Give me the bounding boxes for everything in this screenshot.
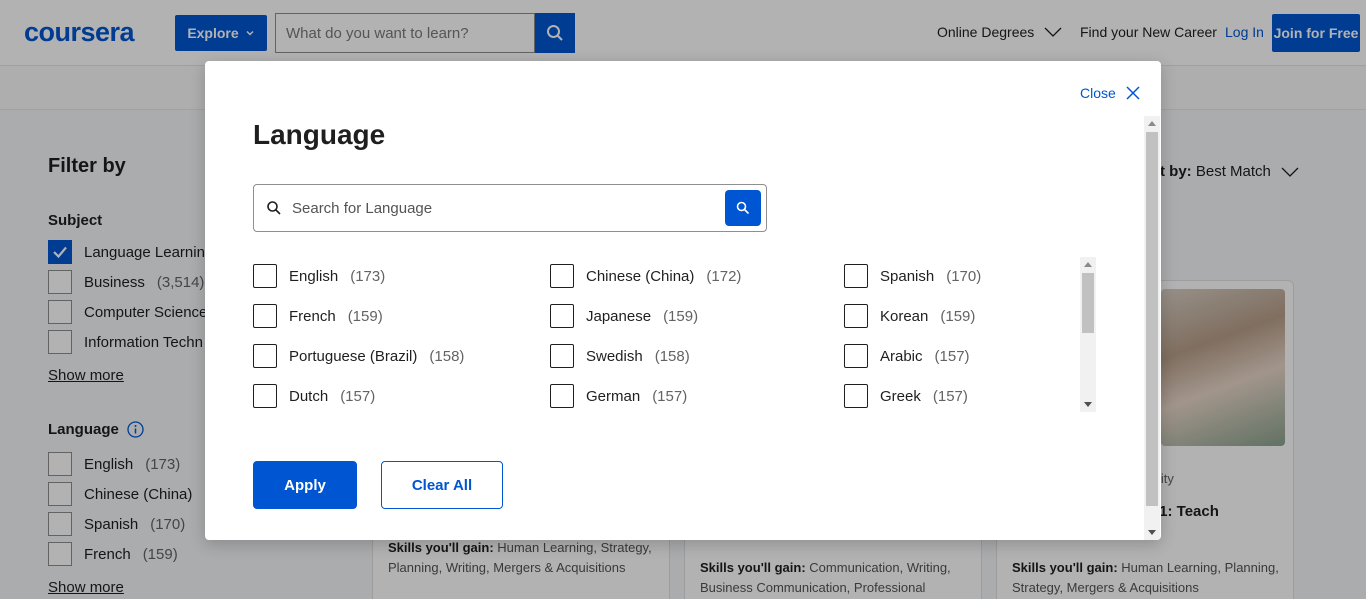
language-option-french[interactable]: French (159): [253, 304, 383, 328]
language-filter-modal: Close Language English (173) French (159…: [205, 61, 1161, 540]
language-options-list: English (173) French (159) Portuguese (B…: [253, 256, 1097, 413]
language-option-portuguese-brazil[interactable]: Portuguese (Brazil) (158): [253, 344, 464, 368]
clear-all-button[interactable]: Clear All: [381, 461, 503, 509]
option-label: Dutch: [289, 387, 329, 405]
close-icon: [1126, 86, 1140, 100]
option-label: Japanese: [586, 307, 652, 325]
checkbox[interactable]: [550, 344, 574, 368]
scroll-up-arrow-icon[interactable]: [1084, 262, 1092, 267]
language-option-spanish[interactable]: Spanish (170): [844, 264, 981, 288]
option-count: (172): [706, 267, 742, 285]
language-search-button[interactable]: [725, 190, 761, 226]
checkbox[interactable]: [550, 384, 574, 408]
option-count: (157): [652, 387, 688, 405]
options-scrollbar[interactable]: [1080, 257, 1096, 412]
scrollbar-thumb[interactable]: [1082, 273, 1094, 333]
option-label: Portuguese (Brazil): [289, 347, 418, 365]
scrollbar-thumb[interactable]: [1146, 132, 1158, 506]
option-label: Arabic: [880, 347, 923, 365]
close-label: Close: [1080, 85, 1116, 101]
search-icon: [736, 201, 750, 215]
language-option-german[interactable]: German (157): [550, 384, 687, 408]
option-count: (157): [340, 387, 376, 405]
checkbox[interactable]: [550, 264, 574, 288]
scroll-up-arrow-icon[interactable]: [1148, 121, 1156, 126]
option-count: (159): [347, 307, 383, 325]
search-icon: [267, 201, 281, 215]
option-count: (159): [940, 307, 976, 325]
option-label: Swedish: [586, 347, 643, 365]
option-label: Korean: [880, 307, 929, 325]
option-count: (173): [350, 267, 386, 285]
language-option-english[interactable]: English (173): [253, 264, 385, 288]
modal-title: Language: [253, 119, 386, 150]
checkbox[interactable]: [844, 344, 868, 368]
language-option-dutch[interactable]: Dutch (157): [253, 384, 375, 408]
checkbox[interactable]: [844, 384, 868, 408]
language-option-chinese-china[interactable]: Chinese (China) (172): [550, 264, 741, 288]
language-option-swedish[interactable]: Swedish (158): [550, 344, 690, 368]
option-label: English: [289, 267, 339, 285]
checkbox[interactable]: [844, 264, 868, 288]
language-option-greek[interactable]: Greek (157): [844, 384, 968, 408]
language-search-field[interactable]: [253, 184, 767, 232]
checkbox[interactable]: [844, 304, 868, 328]
apply-button[interactable]: Apply: [253, 461, 357, 509]
language-option-arabic[interactable]: Arabic (157): [844, 344, 970, 368]
option-label: French: [289, 307, 336, 325]
checkbox[interactable]: [253, 264, 277, 288]
scroll-down-arrow-icon[interactable]: [1084, 402, 1092, 407]
option-count: (170): [946, 267, 982, 285]
checkbox[interactable]: [253, 384, 277, 408]
scroll-down-arrow-icon[interactable]: [1148, 530, 1156, 535]
language-option-japanese[interactable]: Japanese (159): [550, 304, 698, 328]
checkbox[interactable]: [253, 344, 277, 368]
option-count: (158): [429, 347, 465, 365]
language-search-input[interactable]: [292, 185, 722, 231]
option-label: German: [586, 387, 641, 405]
checkbox[interactable]: [550, 304, 574, 328]
close-button[interactable]: Close: [1080, 85, 1140, 101]
option-count: (158): [654, 347, 690, 365]
option-count: (157): [934, 347, 970, 365]
option-count: (159): [663, 307, 699, 325]
modal-scrollbar[interactable]: [1144, 116, 1160, 540]
option-label: Spanish: [880, 267, 935, 285]
language-option-korean[interactable]: Korean (159): [844, 304, 975, 328]
checkbox[interactable]: [253, 304, 277, 328]
option-count: (157): [932, 387, 968, 405]
option-label: Greek: [880, 387, 921, 405]
option-label: Chinese (China): [586, 267, 695, 285]
